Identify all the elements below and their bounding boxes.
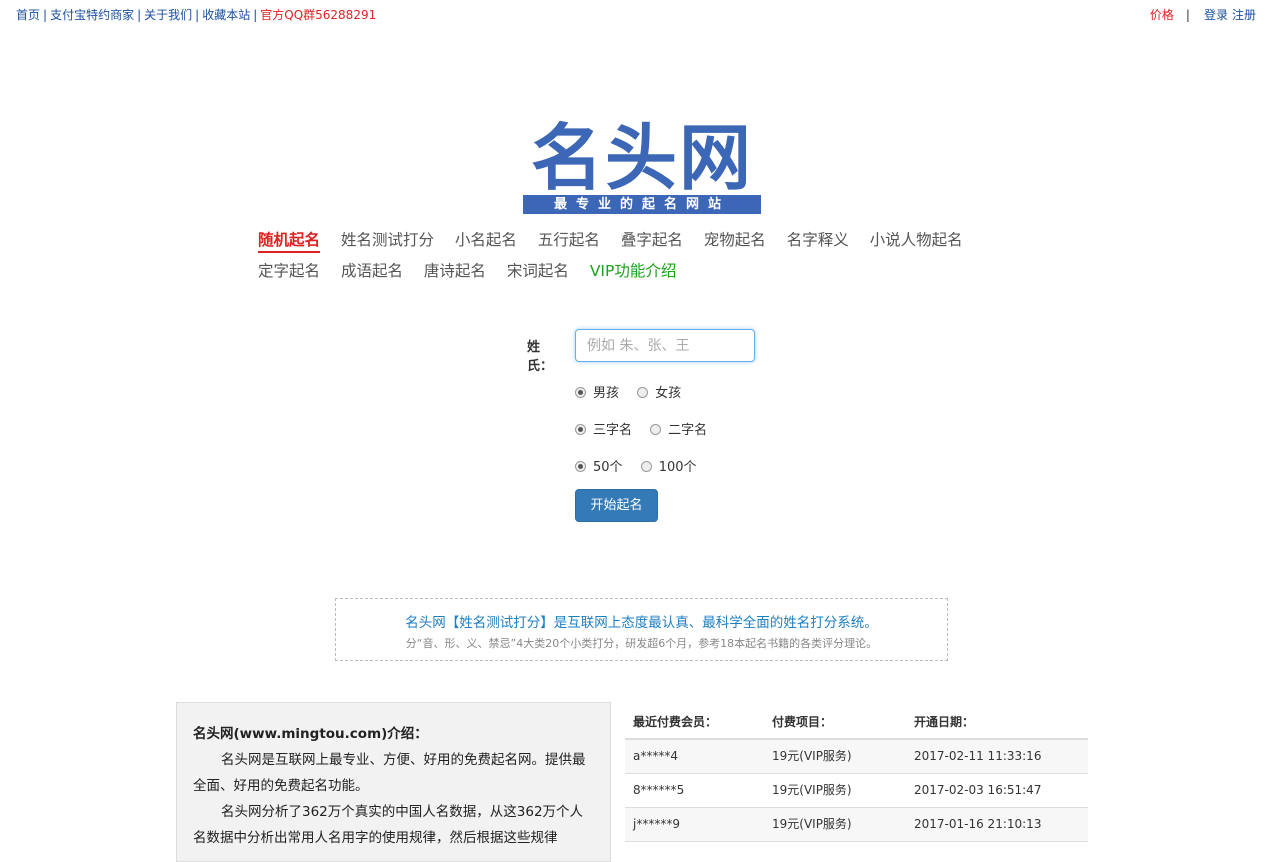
logo-title: 名头网 bbox=[531, 116, 754, 200]
surname-label: 姓氏： bbox=[527, 340, 554, 374]
nav-random-naming[interactable]: 随机起名 bbox=[258, 228, 321, 253]
nav-name-test[interactable]: 姓名测试打分 bbox=[341, 228, 434, 250]
nav-idiom[interactable]: 成语起名 bbox=[341, 259, 403, 281]
member-item: 19元(VIP服务) bbox=[772, 817, 852, 831]
length-three-label: 三字名 bbox=[593, 423, 633, 438]
gender-girl-option[interactable]: 女孩 bbox=[637, 382, 681, 401]
nav-vip-intro[interactable]: VIP功能介绍 bbox=[590, 259, 677, 281]
table-row: a*****4 19元(VIP服务) 2017-02-11 11:33:16 bbox=[625, 740, 1088, 774]
gender-girl-label: 女孩 bbox=[655, 386, 682, 401]
member-item: 19元(VIP服务) bbox=[772, 783, 852, 797]
nav-row-2: 定字起名 成语起名 唐诗起名 宋词起名 VIP功能介绍 bbox=[258, 259, 1018, 290]
count-50-label: 50个 bbox=[593, 460, 623, 475]
alipay-merchant-link[interactable]: 支付宝特约商家 bbox=[50, 8, 134, 22]
member-item: 19元(VIP服务) bbox=[772, 749, 852, 763]
member-user: a*****4 bbox=[633, 749, 678, 763]
radio-button[interactable] bbox=[640, 461, 652, 472]
promo-description: 分“音、形、义、禁忌”4大类20个小类打分，研发超6个月，参考18本起名书籍的各… bbox=[405, 637, 878, 650]
divider: | bbox=[1185, 8, 1190, 22]
nav-nickname[interactable]: 小名起名 bbox=[455, 228, 517, 250]
count-100-label: 100个 bbox=[658, 460, 697, 475]
gender-boy-option[interactable]: 男孩 bbox=[575, 382, 619, 401]
length-two-label: 二字名 bbox=[668, 423, 708, 438]
count-options: 50个 100个 bbox=[575, 456, 711, 475]
price-link[interactable]: 价格 bbox=[1150, 8, 1174, 22]
count-50-option[interactable]: 50个 bbox=[575, 456, 623, 475]
top-bar: 首页 | 支付宝特约商家 | 关于我们 | 收藏本站 | 官方QQ群56288291 价格 | 登录… bbox=[0, 0, 1270, 28]
member-date: 2017-02-03 16:51:47 bbox=[914, 783, 1042, 797]
intro-title: 名头网(www.mingtou.com)介绍： bbox=[193, 726, 428, 742]
column-header: 开通日期： bbox=[914, 715, 975, 729]
gender-options: 男孩 女孩 bbox=[575, 382, 695, 401]
nav-tang-poem[interactable]: 唐诗起名 bbox=[424, 259, 486, 281]
qq-group-link[interactable]: 官方QQ群56288291 bbox=[260, 8, 376, 22]
about-us-link[interactable]: 关于我们 bbox=[144, 8, 192, 22]
login-link[interactable]: 登录 bbox=[1204, 8, 1228, 22]
table-header: 最近付费会员： 付费项目： 开通日期： bbox=[625, 706, 1088, 740]
promo-headline: 名头网【姓名测试打分】是互联网上态度最认真、最科学全面的姓名打分系统。 bbox=[405, 615, 878, 631]
separator: | bbox=[195, 8, 200, 22]
home-link[interactable]: 首页 bbox=[16, 8, 40, 22]
intro-paragraph: 名头网是互联网上最专业、方便、好用的免费起名网。提供最全面、好用的免费起名功能。 bbox=[193, 752, 586, 794]
register-link[interactable]: 注册 bbox=[1232, 8, 1256, 22]
member-user: j******9 bbox=[633, 817, 680, 831]
member-date: 2017-01-16 21:10:13 bbox=[914, 817, 1042, 831]
bookmark-link[interactable]: 收藏本站 bbox=[202, 8, 250, 22]
main-nav: 随机起名 姓名测试打分 小名起名 五行起名 叠字起名 宠物起名 名字释义 小说人… bbox=[258, 228, 1018, 290]
nav-pet-naming[interactable]: 宠物起名 bbox=[704, 228, 766, 250]
nav-five-elements[interactable]: 五行起名 bbox=[538, 228, 600, 250]
nav-double-char[interactable]: 叠字起名 bbox=[621, 228, 683, 250]
intro-paragraph: 名头网分析了362万个真实的中国人名数据，从这362万个人名数据中分析出常用人名… bbox=[193, 804, 584, 846]
radio-button[interactable] bbox=[575, 461, 586, 472]
radio-button[interactable] bbox=[637, 387, 649, 398]
nav-novel-character[interactable]: 小说人物起名 bbox=[870, 228, 963, 250]
length-two-option[interactable]: 二字名 bbox=[650, 419, 707, 438]
radio-button[interactable] bbox=[575, 424, 586, 435]
nav-row-1: 随机起名 姓名测试打分 小名起名 五行起名 叠字起名 宠物起名 名字释义 小说人… bbox=[258, 228, 1018, 259]
separator: | bbox=[43, 8, 48, 22]
account-links: 价格 | 登录 注册 bbox=[1146, 6, 1256, 23]
surname-input[interactable] bbox=[575, 329, 755, 362]
site-logo[interactable]: 名头网 最专业的起名网站 bbox=[523, 118, 761, 216]
nav-name-meaning[interactable]: 名字释义 bbox=[787, 228, 849, 250]
member-date: 2017-02-11 11:33:16 bbox=[914, 749, 1042, 763]
site-intro: 名头网(www.mingtou.com)介绍： 名头网是互联网上最专业、方便、好… bbox=[176, 702, 611, 862]
logo-tagline: 最专业的起名网站 bbox=[523, 195, 761, 214]
column-header: 付费项目： bbox=[772, 715, 833, 729]
separator: | bbox=[253, 8, 258, 22]
start-naming-button[interactable]: 开始起名 bbox=[575, 489, 658, 522]
name-test-promo[interactable]: 名头网【姓名测试打分】是互联网上态度最认真、最科学全面的姓名打分系统。 分“音、… bbox=[335, 598, 948, 661]
length-three-option[interactable]: 三字名 bbox=[575, 419, 632, 438]
member-user: 8******5 bbox=[633, 783, 685, 797]
radio-button[interactable] bbox=[650, 424, 662, 435]
nav-fixed-char[interactable]: 定字起名 bbox=[258, 259, 320, 281]
length-options: 三字名 二字名 bbox=[575, 419, 721, 438]
nav-song-ci[interactable]: 宋词起名 bbox=[507, 259, 569, 281]
column-header: 最近付费会员： bbox=[633, 715, 718, 729]
table-row: j******9 19元(VIP服务) 2017-01-16 21:10:13 bbox=[625, 808, 1088, 842]
recent-members-table: 最近付费会员： 付费项目： 开通日期： a*****4 19元(VIP服务) 2… bbox=[625, 706, 1088, 842]
count-100-option[interactable]: 100个 bbox=[640, 456, 697, 475]
separator: | bbox=[137, 8, 142, 22]
table-row: 8******5 19元(VIP服务) 2017-02-03 16:51:47 bbox=[625, 774, 1088, 808]
top-links: 首页 | 支付宝特约商家 | 关于我们 | 收藏本站 | 官方QQ群56288291 bbox=[16, 6, 376, 23]
gender-boy-label: 男孩 bbox=[593, 386, 620, 401]
radio-button[interactable] bbox=[575, 387, 586, 398]
